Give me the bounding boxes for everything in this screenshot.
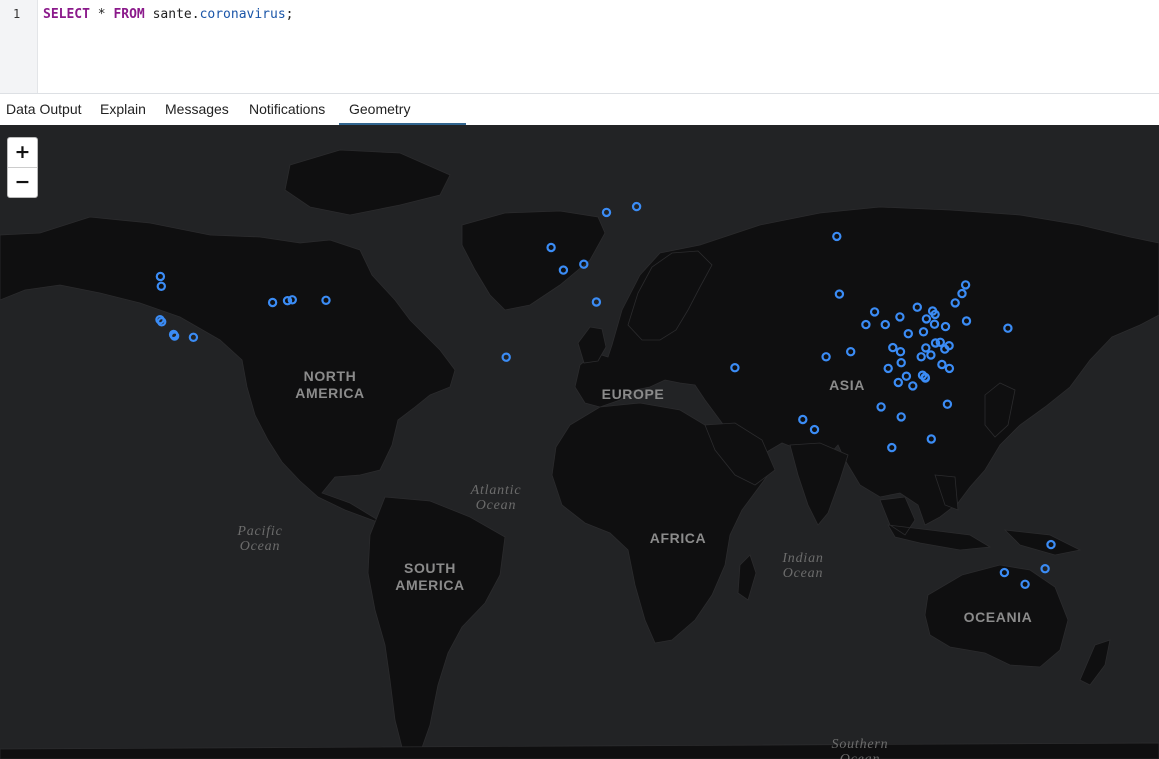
table-identifier: coronavirus: [199, 7, 286, 22]
land-arctic-islands: [284, 149, 451, 216]
point-marker[interactable]: [169, 331, 180, 341]
keyword-select: SELECT: [43, 7, 90, 22]
ocean-label-indian: Indian Ocean: [782, 551, 824, 581]
point-marker[interactable]: [501, 352, 511, 362]
ocean-label-southern: Southern Ocean: [831, 737, 889, 759]
point-marker[interactable]: [188, 332, 199, 342]
semicolon-token: ;: [285, 7, 294, 22]
land-madagascar: [737, 554, 757, 601]
land-new-zealand: [1079, 639, 1111, 686]
ocean-label-atlantic: Atlantic Ocean: [470, 483, 522, 513]
point-marker[interactable]: [601, 207, 612, 218]
ocean-label-pacific: Pacific Ocean: [237, 524, 283, 554]
region-label-south-america: SOUTH AMERICA: [395, 560, 465, 593]
land-new-guinea: [1003, 529, 1082, 556]
land-antarctica: [0, 742, 1159, 759]
code-line[interactable]: SELECT * FROM sante.coronavirus;: [43, 7, 293, 22]
tab-messages[interactable]: Messages: [159, 94, 235, 125]
region-label-asia: ASIA: [829, 377, 865, 393]
result-tabs: Data Output Explain Messages Notificatio…: [0, 93, 1159, 147]
line-gutter: 1: [0, 0, 38, 93]
line-number: 1: [13, 7, 21, 21]
keyword-from: FROM: [113, 7, 145, 22]
zoom-control: + −: [7, 137, 38, 198]
region-label-north-america: NORTH AMERICA: [295, 368, 365, 401]
zoom-out-button[interactable]: −: [8, 168, 37, 197]
map-canvas[interactable]: [0, 125, 1159, 759]
land-india: [789, 442, 849, 526]
tab-geometry-viewer[interactable]: Geometry Viewer: [339, 94, 466, 147]
zoom-in-button[interactable]: +: [8, 138, 37, 168]
tab-explain[interactable]: Explain: [94, 94, 152, 125]
land-north-america: [0, 216, 456, 528]
geometry-map[interactable]: NORTH AMERICA EUROPE ASIA AFRICA SOUTH A…: [0, 125, 1159, 759]
region-label-africa: AFRICA: [649, 530, 707, 546]
point-marker[interactable]: [591, 297, 602, 307]
point-marker[interactable]: [1040, 564, 1050, 574]
star-token: *: [89, 7, 114, 22]
schema-token: sante.: [144, 7, 200, 22]
land-masses: [0, 149, 1159, 759]
region-label-oceania: OCEANIA: [963, 609, 1033, 625]
tab-notifications[interactable]: Notifications: [243, 94, 331, 125]
tab-data-output[interactable]: Data Output: [0, 94, 88, 125]
region-label-europe: EUROPE: [601, 386, 665, 402]
sql-editor[interactable]: 1 SELECT * FROM sante.coronavirus;: [0, 0, 1159, 93]
land-south-america: [367, 496, 506, 759]
point-marker[interactable]: [631, 201, 642, 212]
